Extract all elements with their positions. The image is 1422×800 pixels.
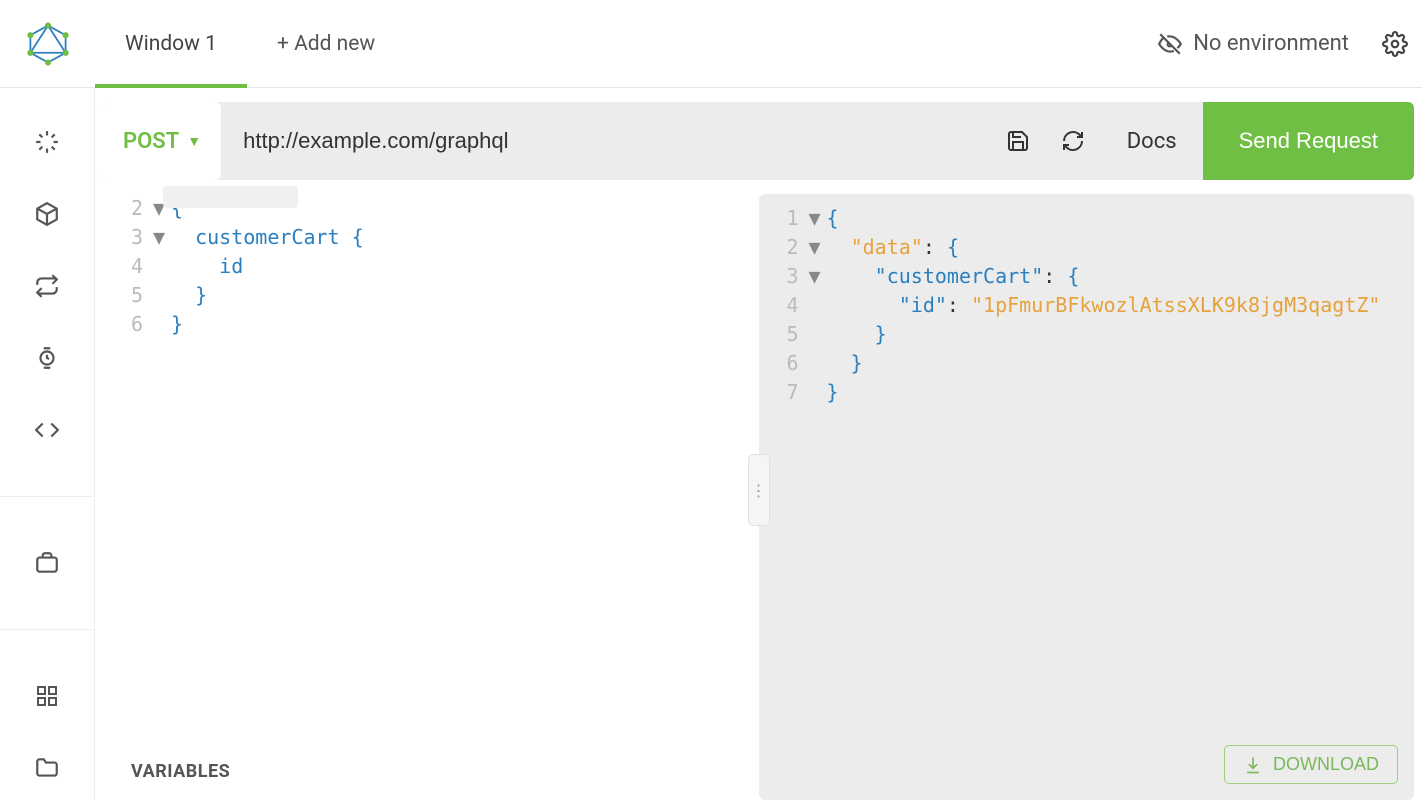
docs-label: Docs [1127, 129, 1177, 154]
cube-icon[interactable] [33, 200, 61, 228]
panels: 2▼{3▼ customerCart {4 id5 }6} VARIABLES … [95, 180, 1422, 800]
method-select[interactable]: POST ▼ [103, 102, 221, 180]
tab-label: Window 1 [125, 32, 217, 56]
repeat-icon[interactable] [33, 272, 61, 300]
environment-selector[interactable]: No environment [1139, 31, 1367, 57]
response-viewer[interactable]: 1▼{2▼ "data": {3▼ "customerCart": {4 "id… [759, 204, 1415, 407]
grid-icon[interactable] [33, 682, 61, 710]
sidebar-divider [0, 496, 94, 497]
lint-badge [163, 186, 298, 208]
send-label: Send Request [1239, 128, 1378, 153]
settings-button[interactable] [1367, 31, 1422, 57]
folder-icon[interactable] [33, 754, 61, 782]
download-button[interactable]: DOWNLOAD [1224, 745, 1398, 784]
variables-label: VARIABLES [131, 761, 230, 782]
reload-icon [1061, 129, 1085, 153]
app-logo [0, 22, 95, 66]
save-icon [1006, 129, 1030, 153]
response-panel: 1▼{2▼ "data": {3▼ "customerCart": {4 "id… [759, 194, 1415, 800]
chevron-down-icon: ▼ [187, 133, 201, 150]
content-area: POST ▼ Docs Send Request 2▼{3▼ customerC… [95, 88, 1422, 800]
query-editor[interactable]: 2▼{3▼ customerCart {4 id5 }6} [103, 194, 759, 339]
url-input[interactable] [221, 128, 991, 154]
sidebar [0, 88, 95, 800]
variables-toggle[interactable]: VARIABLES [103, 743, 759, 800]
loading-icon[interactable] [33, 128, 61, 156]
add-new-label: + Add new [277, 32, 375, 56]
tab-window-1[interactable]: Window 1 [95, 0, 247, 87]
gear-icon [1382, 31, 1408, 57]
download-icon [1243, 755, 1263, 775]
briefcase-icon[interactable] [33, 549, 61, 577]
topbar: Window 1 + Add new No environment [0, 0, 1422, 88]
code-icon[interactable] [33, 416, 61, 444]
send-request-button[interactable]: Send Request [1203, 102, 1414, 180]
sidebar-divider [0, 629, 94, 630]
add-new-tab[interactable]: + Add new [247, 32, 405, 56]
eye-off-icon [1157, 31, 1183, 57]
docs-button[interactable]: Docs [1101, 129, 1203, 154]
graphql-logo-icon [26, 22, 70, 66]
query-editor-panel[interactable]: 2▼{3▼ customerCart {4 id5 }6} VARIABLES [103, 194, 759, 800]
request-bar: POST ▼ Docs Send Request [103, 102, 1414, 180]
watch-icon[interactable] [33, 344, 61, 372]
main-area: POST ▼ Docs Send Request 2▼{3▼ customerC… [0, 88, 1422, 800]
reload-button[interactable] [1046, 129, 1101, 153]
save-button[interactable] [991, 129, 1046, 153]
environment-label: No environment [1193, 31, 1349, 56]
download-label: DOWNLOAD [1273, 754, 1379, 775]
window-tabs: Window 1 + Add new [95, 0, 405, 87]
method-label: POST [123, 129, 179, 154]
drag-dots-icon: ⋮ [751, 488, 767, 493]
panel-resize-handle[interactable]: ⋮ [748, 454, 770, 526]
